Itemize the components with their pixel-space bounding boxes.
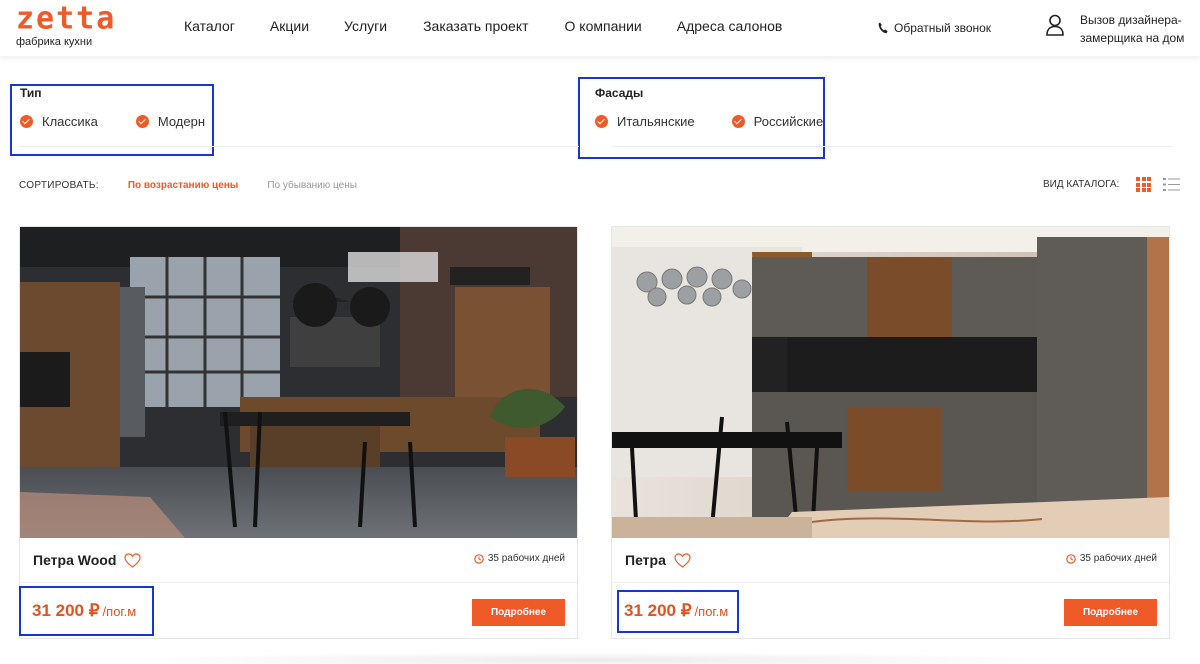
divider [19,146,579,147]
heart-icon[interactable] [124,552,141,568]
sort-bar: СОРТИРОВАТЬ: По возрастанию цены По убыв… [19,180,357,191]
production-time: 35 рабочих дней [1066,553,1157,564]
details-button[interactable]: Подробнее [1064,599,1157,626]
list-view-icon[interactable] [1163,177,1181,192]
phone-icon [878,22,888,34]
nav-salons[interactable]: Адреса салонов [677,18,783,34]
clock-icon [1066,553,1076,564]
user-icon[interactable] [1045,14,1065,36]
callback-link[interactable]: Обратный звонок [878,21,991,35]
nav-order-project[interactable]: Заказать проект [423,18,528,34]
product-title[interactable]: Петра Wood [33,552,141,568]
logo-word: zetta [16,0,117,37]
sort-descending-link[interactable]: По убыванию цены [267,180,357,191]
site-header: zetta фабрика кухни Каталог Акции Услуги… [0,0,1200,56]
divider [612,582,1169,583]
nav-promotions[interactable]: Акции [270,18,309,34]
divider [612,146,1172,147]
heart-icon[interactable] [674,552,691,568]
view-label: ВИД КАТАЛОГА: [1043,179,1120,190]
kitchen-photo [20,227,577,538]
production-time: 35 рабочих дней [474,553,565,564]
product-image[interactable] [612,227,1169,538]
product-card: Петра Wood 35 рабочих дней 31 200 ₽/пог.… [19,226,578,639]
highlight-box [19,586,154,636]
clock-icon [474,553,484,564]
shadow [120,652,1070,664]
production-days: 35 рабочих дней [1079,553,1157,564]
logo[interactable]: zetta фабрика кухни [16,0,117,52]
divider [20,582,577,583]
product-title[interactable]: Петра [625,552,691,568]
nav-services[interactable]: Услуги [344,18,387,34]
product-card: Петра 35 рабочих дней 31 200 ₽/пог.м Под… [611,226,1170,639]
grid-view-icon[interactable] [1136,177,1152,192]
callback-label: Обратный звонок [894,21,992,35]
highlight-box [617,590,739,633]
product-name: Петра [625,552,666,568]
product-name: Петра Wood [33,552,117,568]
view-switcher: ВИД КАТАЛОГА: [1043,177,1181,192]
sort-label: СОРТИРОВАТЬ: [19,180,99,191]
main-nav: Каталог Акции Услуги Заказать проект О к… [184,18,782,34]
production-days: 35 рабочих дней [487,553,565,564]
nav-catalog[interactable]: Каталог [184,18,235,34]
nav-about[interactable]: О компании [565,18,642,34]
sort-ascending-link[interactable]: По возрастанию цены [128,180,239,191]
product-image[interactable] [20,227,577,538]
kitchen-photo [612,227,1169,538]
logo-tagline: фабрика кухни [16,36,93,48]
details-button[interactable]: Подробнее [472,599,565,626]
designer-call-link[interactable]: Вызов дизайнера-замерщика на дом [1080,11,1190,47]
